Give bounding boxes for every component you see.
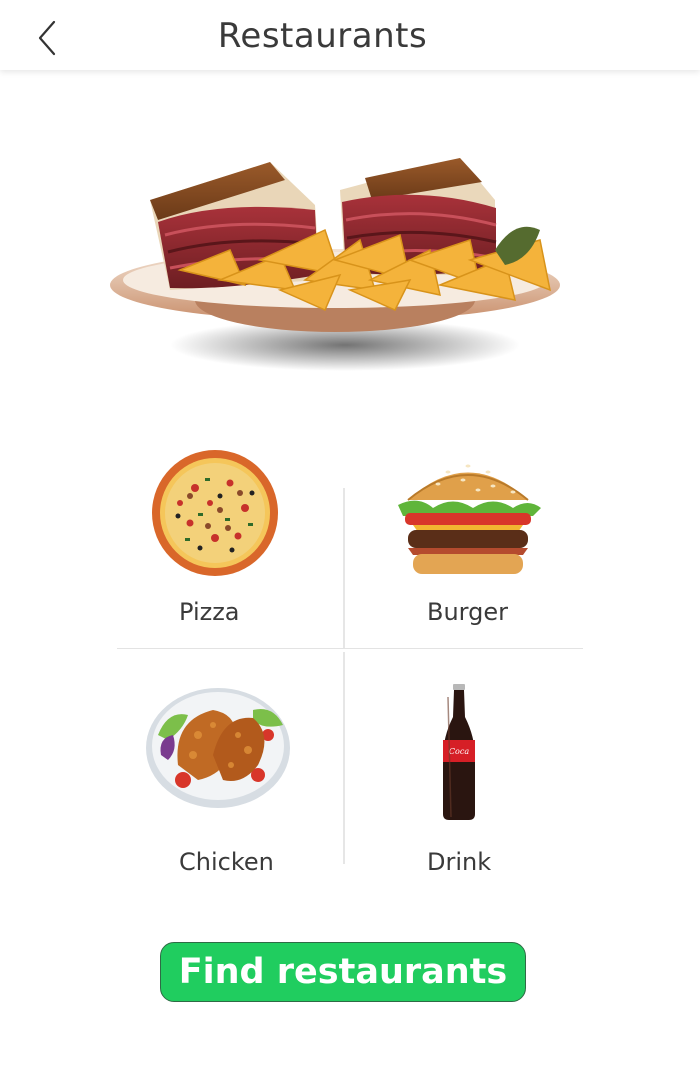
grid-divider-horizontal [117,648,583,649]
category-label: Chicken [179,848,274,876]
category-drink[interactable]: Coca Drink [345,652,583,880]
top-bar: Restaurants [0,0,700,70]
category-burger[interactable]: Burger [345,440,583,648]
category-label: Pizza [179,598,240,626]
category-chicken[interactable]: Chicken [117,652,343,880]
category-label: Drink [427,848,492,876]
category-pizza[interactable]: Pizza [117,440,343,648]
find-restaurants-button[interactable]: Find restaurants [160,942,526,1002]
pizza-icon [152,450,278,576]
category-label: Burger [427,598,508,626]
svg-text:Coca: Coca [449,747,469,756]
cola-bottle-icon: Coca [443,684,475,820]
page-title: Restaurants [217,16,428,56]
fried-chicken-icon [146,688,290,808]
burger-icon [398,464,541,574]
hero-food-image [110,158,560,371]
